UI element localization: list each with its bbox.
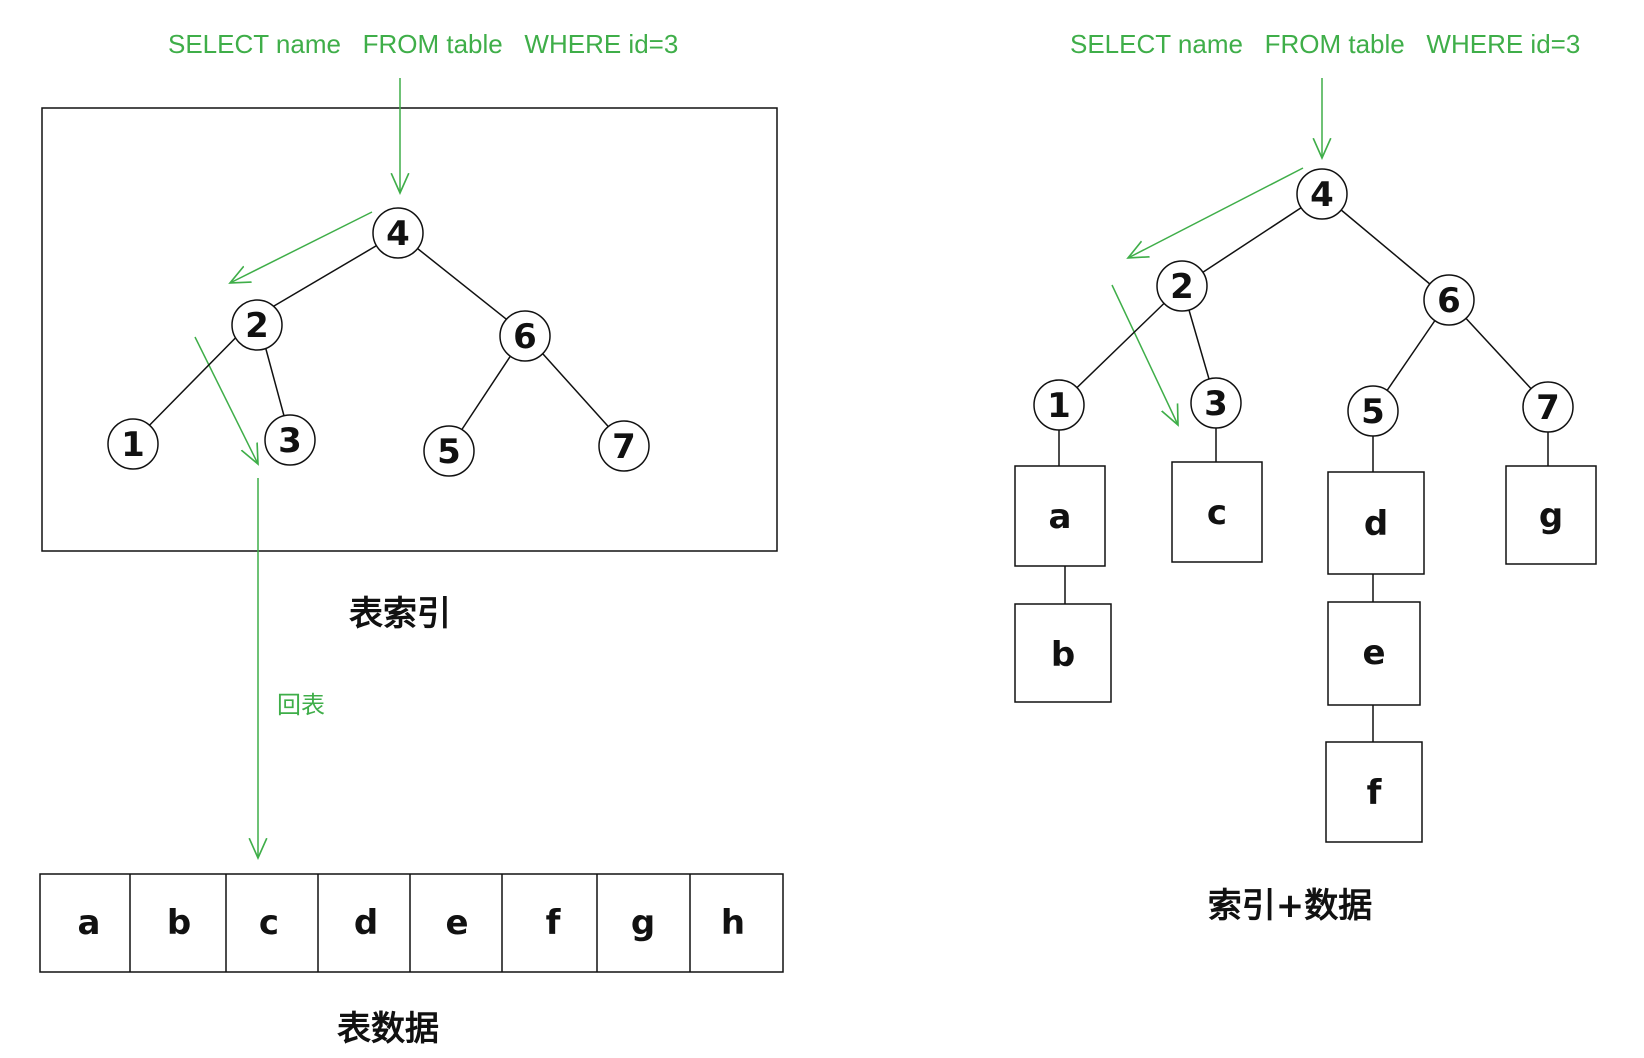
left-tree-node-3: 3 [264,414,316,466]
leaf-data-label: a [1049,497,1072,537]
index-plus-data-caption: 索引+数据 [1208,886,1373,926]
back-to-table-label: 回表 [277,691,325,719]
table-cell: f [546,903,562,943]
right-tree-node-2: 2 [1156,260,1208,312]
right-tree-edges [1058,193,1549,742]
right-tree-node-6: 6 [1423,274,1475,326]
leaf-data-label: e [1362,633,1385,673]
right-tree-node-1: 1 [1033,379,1085,431]
leaf-data-box-e: e [1327,601,1421,706]
leaf-data-box-b: b [1014,603,1112,703]
left-tree-node-1: 1 [107,418,159,470]
left-search-arrow-to-3 [194,336,258,464]
table-cell: b [167,903,191,943]
leaf-data-label: c [1207,493,1227,533]
table-cell: h [721,903,745,943]
table-cell: d [354,903,378,943]
tree-node-label: 1 [121,425,145,465]
left-tree-node-4: 4 [372,207,424,259]
tree-node-label: 7 [612,427,636,467]
right-tree-node-5: 5 [1347,385,1399,437]
left-diagram: SELECT name FROM table WHERE id=3 4 2 6 … [39,29,784,1049]
leaf-data-box-d: d [1327,471,1425,575]
table-cell: a [78,903,101,943]
leaf-data-label: f [1367,773,1383,813]
leaf-data-box-f: f [1325,741,1423,843]
tree-node-label: 2 [1170,267,1194,307]
table-cell: e [445,903,468,943]
tree-node-label: 5 [1361,392,1385,432]
right-search-arrow-to-2 [1128,167,1304,258]
tree-node-label: 4 [1310,175,1334,215]
leaf-data-box-g: g [1505,465,1597,565]
table-cell: c [259,903,279,943]
table-data-caption: 表数据 [337,1009,439,1049]
right-tree-node-4: 4 [1296,168,1348,220]
left-tree-edges [132,232,625,450]
table-row-frame [39,873,784,973]
leaf-data-box-a: a [1014,465,1106,567]
right-tree-node-3: 3 [1190,377,1242,429]
right-sql-query: SELECT name FROM table WHERE id=3 [1070,29,1580,59]
table-index-caption: 表索引 [349,594,451,634]
left-tree-node-6: 6 [499,310,551,362]
left-tree-node-5: 5 [423,425,475,477]
tree-node-label: 1 [1047,386,1071,426]
tree-node-label: 6 [513,317,537,357]
left-sql-query: SELECT name FROM table WHERE id=3 [168,29,678,59]
left-search-arrow-to-2 [230,211,373,283]
leaf-data-label: d [1364,504,1388,544]
tree-node-label: 3 [278,421,302,461]
tree-node-label: 7 [1536,388,1560,428]
table-data-row: a b c d e f g h [39,873,784,973]
tree-node-label: 6 [1437,281,1461,321]
tree-node-label: 4 [386,214,410,254]
leaf-data-label: g [1539,496,1563,536]
leaf-data-label: b [1051,635,1075,675]
right-tree-node-7: 7 [1522,381,1574,433]
left-tree-node-7: 7 [598,420,650,472]
left-tree-node-2: 2 [231,299,283,351]
table-cell: g [631,903,655,943]
tree-node-label: 3 [1204,384,1228,424]
index-diagram: SELECT name FROM table WHERE id=3 4 2 6 … [39,29,1597,1049]
leaf-data-box-c: c [1171,461,1263,563]
tree-node-label: 5 [437,432,461,472]
right-diagram: SELECT name FROM table WHERE id=3 4 2 6 … [1014,29,1597,926]
tree-node-label: 2 [245,306,269,346]
left-index-frame [41,107,778,552]
